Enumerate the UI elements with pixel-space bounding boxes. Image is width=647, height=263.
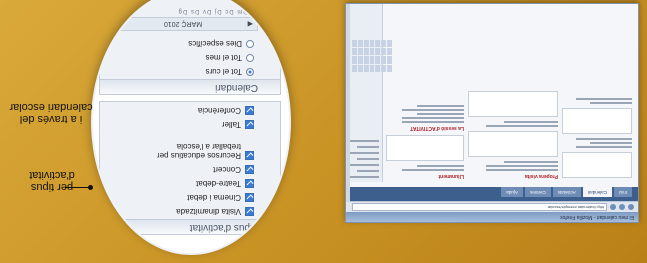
filter-sidebar: [346, 4, 383, 182]
checkbox-checked-icon[interactable]: [245, 207, 254, 217]
site-nav: Inici Calendari Activitats Centres Ajuda: [346, 187, 638, 201]
weekday-header: Dl Dm Dc Dj Dv Ds Dg: [177, 8, 258, 14]
nav-tab[interactable]: Calendari: [582, 187, 612, 197]
filter-option[interactable]: Visita dinamitzada: [100, 205, 280, 219]
filter-option[interactable]: Cinema i debat: [100, 191, 280, 205]
section-heading: La sessió d'ACTIVITAT: [410, 125, 464, 131]
mini-calendar[interactable]: [352, 40, 392, 72]
checkbox-checked-icon[interactable]: [245, 106, 254, 116]
checkbox-checked-icon[interactable]: [245, 179, 254, 189]
rotated-photo: El meu calendari - Mozilla Firefox http:…: [0, 0, 647, 263]
section-heading: Propera visita: [524, 173, 558, 179]
checkbox-checked-icon[interactable]: [245, 165, 254, 175]
window-title: El meu calendari - Mozilla Firefox: [346, 212, 638, 222]
content-column: Lliurament La sessió d'ACTIVITAT: [386, 10, 464, 182]
calendar-option[interactable]: Dies específics: [100, 37, 280, 51]
filter-option[interactable]: Recursos educatius per treballar a l'esc…: [100, 132, 280, 163]
filter-option[interactable]: Concert: [100, 163, 280, 177]
panel-title: Calendari: [100, 79, 280, 94]
prev-month-icon[interactable]: ◀: [248, 20, 253, 28]
next-month-icon[interactable]: ▶: [113, 20, 118, 28]
content-column: [562, 10, 632, 182]
nav-tab[interactable]: Centres: [524, 187, 551, 197]
page-content: Propera visita Lliurament La sessió d'AC…: [386, 10, 632, 182]
scrollbar[interactable]: [346, 4, 350, 202]
content-column: Propera visita: [468, 10, 558, 182]
checkbox-checked-icon[interactable]: [245, 120, 254, 130]
filter-option[interactable]: Teatre-debat: [100, 177, 280, 191]
radio-selected-icon[interactable]: [246, 68, 254, 76]
section-heading: Lliurament: [438, 173, 464, 179]
filter-option[interactable]: Taller: [100, 118, 280, 132]
nav-tab[interactable]: Ajuda: [501, 187, 523, 197]
forward-icon[interactable]: [619, 204, 625, 210]
callout-calendari: i a través del calendari escolar: [9, 101, 93, 125]
nav-tab[interactable]: Activitats: [552, 187, 581, 197]
month-label: MARÇ 2010: [163, 20, 203, 28]
radio-icon[interactable]: [246, 40, 254, 48]
magnifier-lens: Tipus d'activitat Visita dinamitzada Cin…: [91, 0, 291, 255]
info-box: [386, 135, 464, 161]
checkbox-checked-icon[interactable]: [245, 193, 254, 203]
activity-type-panel: Tipus d'activitat Visita dinamitzada Cin…: [99, 101, 281, 235]
info-box: [468, 131, 558, 157]
nav-tab[interactable]: Inici: [613, 187, 632, 197]
month-selector[interactable]: ◀ MARÇ 2010 ▶: [108, 17, 258, 31]
radio-icon[interactable]: [246, 54, 254, 62]
calendar-option[interactable]: Tot el curs: [100, 65, 280, 79]
filter-option[interactable]: Conferència: [100, 104, 280, 118]
reload-icon[interactable]: [610, 204, 616, 210]
calendar-panel: Calendari Tot el curs Tot el mes Dies es…: [99, 0, 281, 95]
info-box: [562, 152, 632, 178]
browser-toolbar: http://calendari.exemple/escolar: [346, 201, 638, 212]
panel-title: Tipus d'activitat: [100, 219, 280, 234]
browser-window: El meu calendari - Mozilla Firefox http:…: [345, 3, 639, 223]
calendar-option[interactable]: Tot el mes: [100, 51, 280, 65]
address-bar[interactable]: http://calendari.exemple/escolar: [352, 203, 607, 211]
callout-tipus: per tipus d'activitat: [29, 169, 75, 193]
info-box: [468, 91, 558, 117]
checkbox-checked-icon[interactable]: [245, 151, 254, 160]
back-icon[interactable]: [628, 204, 634, 210]
info-box: [562, 108, 632, 134]
